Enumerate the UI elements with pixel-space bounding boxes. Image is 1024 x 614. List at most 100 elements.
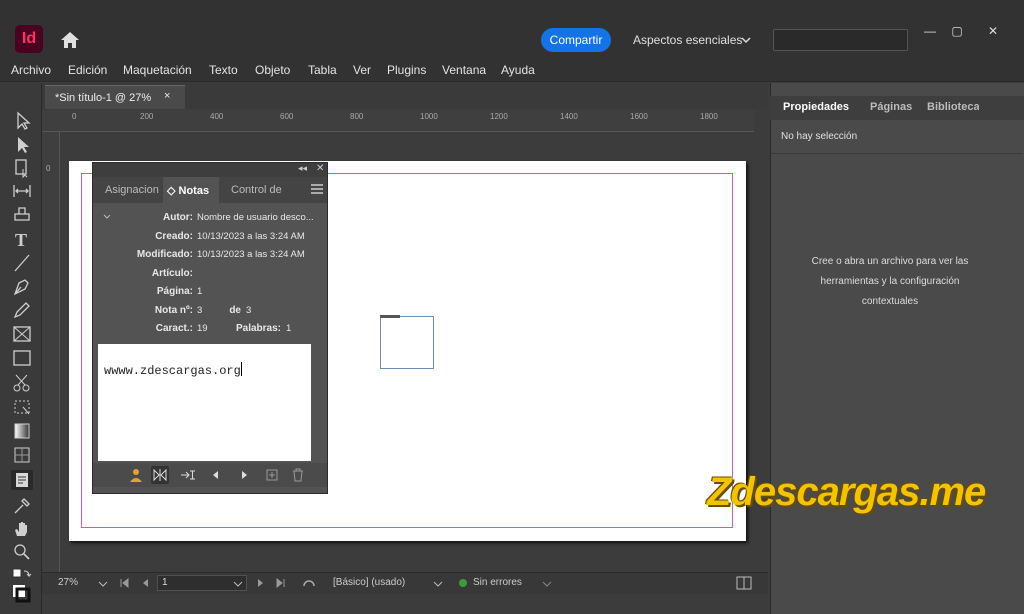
indesign-logo-icon: Id [15,25,43,53]
rectangle-frame-tool-icon[interactable] [11,324,33,344]
close-tab-icon[interactable]: × [164,90,170,102]
eyedropper-tool-icon[interactable] [11,495,33,515]
panel-title-bar[interactable] [93,163,327,177]
user-icon[interactable] [127,466,145,484]
chevron-down-icon[interactable] [741,35,751,45]
tab-propiedades[interactable]: Propiedades [783,101,849,113]
pen-tool-icon[interactable] [11,277,33,297]
new-note-icon[interactable] [263,466,281,484]
tab-asignacion[interactable]: Asignacion [93,177,163,203]
search-input[interactable] [773,29,908,51]
tab-paginas[interactable]: Páginas [870,101,912,113]
text-caret [240,362,242,376]
line-tool-icon[interactable] [11,253,33,273]
home-icon[interactable] [60,31,80,49]
ruler-tick: 800 [350,112,364,121]
menu-plugins[interactable]: Plugins [387,63,426,77]
content-collector-icon[interactable] [11,204,33,224]
ruler-tick: 1600 [630,112,648,121]
created-label: Creado: [155,231,193,242]
close-window-button[interactable]: ✕ [981,24,1005,40]
last-page-icon[interactable] [276,578,286,588]
workspace-switcher[interactable]: Aspectos esenciales [633,33,742,47]
direct-selection-tool-icon[interactable] [11,135,33,155]
chevron-down-icon[interactable] [542,580,552,588]
menu-edicion[interactable]: Edición [68,63,107,77]
errors-status[interactable]: Sin errores [473,577,522,588]
note-total-value: 3 [246,305,252,316]
chevron-down-icon[interactable] [233,580,243,588]
gradient-feather-tool-icon[interactable] [11,445,33,465]
scissors-tool-icon[interactable] [11,373,33,393]
contextual-message: Cree o abra un archivo para ver las herr… [811,256,969,307]
divider [771,153,1023,154]
text-frame[interactable] [380,316,434,369]
menu-texto[interactable]: Texto [209,63,238,77]
note-tool-icon[interactable] [11,470,33,490]
menu-ayuda[interactable]: Ayuda [501,63,535,77]
notes-panel: ◂◂ ✕ Asignacion ◇ Notas Control de Autor… [92,162,328,494]
note-text-area[interactable]: wwww.zdescargas.org [98,344,311,461]
split-note-icon[interactable] [151,466,169,484]
gradient-tool-icon[interactable] [11,421,33,441]
tab-bibliotecas[interactable]: Bibliotecas [927,101,979,113]
gap-tool-icon[interactable] [11,181,33,201]
selection-tool-icon[interactable] [11,111,33,131]
zoom-level[interactable]: 27% [58,577,78,588]
ruler-tick: 0 [46,164,51,173]
watermark-logo: Zdescargas.me [707,470,986,514]
article-label: Artículo: [151,268,193,279]
maximize-button[interactable]: ▢ [945,24,969,40]
ruler-tick: 600 [280,112,294,121]
panel-menu-icon[interactable] [311,184,323,194]
close-panel-icon[interactable]: ✕ [316,163,324,174]
created-value: 10/13/2023 a las 3:24 AM [197,231,305,242]
words-value: 1 [286,323,292,334]
fill-stroke-icon[interactable] [11,583,33,603]
ruler-tick: 1800 [700,112,718,121]
menu-maquetacion[interactable]: Maquetación [123,63,192,77]
free-transform-tool-icon[interactable] [11,397,33,417]
horizontal-ruler: 0 200 400 600 800 1000 1200 1400 1600 18… [42,110,754,132]
menu-archivo[interactable]: Archivo [11,63,51,77]
menu-bar: Archivo Edición Maquetación Texto Objeto… [0,60,1024,82]
previous-note-icon[interactable] [207,466,225,484]
chevron-down-icon[interactable] [103,213,111,221]
next-page-icon[interactable] [256,578,266,588]
previous-page-icon[interactable] [140,578,150,588]
pencil-tool-icon[interactable] [11,300,33,320]
menu-tabla[interactable]: Tabla [308,63,337,77]
delete-note-icon[interactable] [289,466,307,484]
menu-ver[interactable]: Ver [353,63,371,77]
style-status[interactable]: [Básico] (usado) [333,577,405,588]
chevron-down-icon[interactable] [433,580,443,588]
first-page-icon[interactable] [119,578,129,588]
rectangle-tool-icon[interactable] [11,348,33,368]
preflight-icon[interactable] [302,576,316,590]
minimize-button[interactable]: — [918,24,942,40]
chars-label: Caract.: [155,323,193,334]
menu-ventana[interactable]: Ventana [442,63,486,77]
tab-notas[interactable]: ◇ Notas [163,177,219,203]
ruler-tick: 0 [72,112,77,121]
type-tool-icon[interactable]: T [11,229,33,250]
tab-control-de[interactable]: Control de [231,177,301,203]
ruler-tick: 200 [140,112,154,121]
convert-to-text-icon[interactable] [179,466,197,484]
note-number-value: 3 [197,305,203,316]
collapse-panel-icon[interactable]: ◂◂ [298,163,307,174]
tools-panel: T [0,83,42,614]
page-value: 1 [197,286,203,297]
menu-objeto[interactable]: Objeto [255,63,290,77]
page-tool-icon[interactable] [11,158,33,179]
next-note-icon[interactable] [235,466,253,484]
share-button[interactable]: Compartir [541,28,611,52]
author-label: Autor: [163,212,193,223]
words-label: Palabras: [235,323,281,334]
chevron-down-icon[interactable] [98,580,108,588]
split-window-icon[interactable] [736,576,752,590]
ruler-tick: 400 [210,112,224,121]
hand-tool-icon[interactable] [11,519,33,539]
zoom-tool-icon[interactable] [11,542,33,562]
frame-edge-marker [380,315,400,318]
